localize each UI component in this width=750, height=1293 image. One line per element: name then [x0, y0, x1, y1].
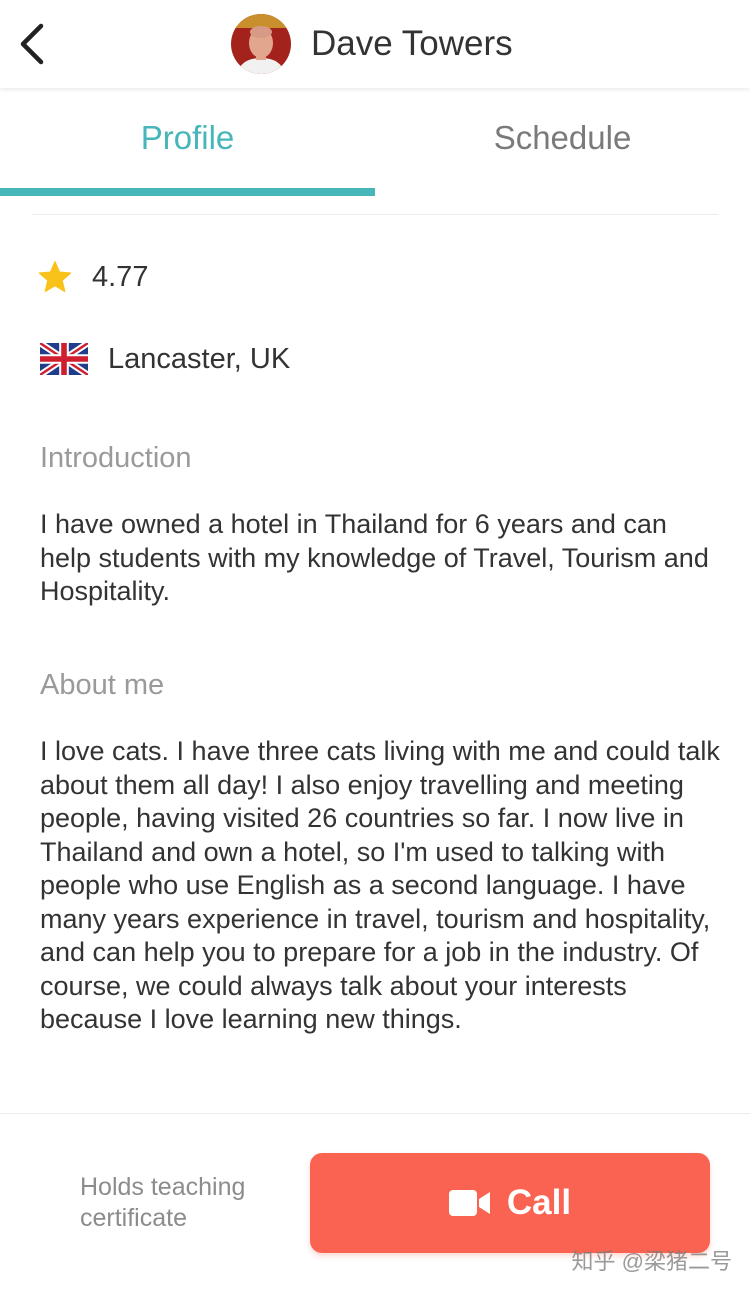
about-text: I love cats. I have three cats living wi…	[40, 736, 720, 1034]
call-button[interactable]: Call	[310, 1153, 710, 1253]
watermark: 知乎 @梁猪二号	[571, 1249, 732, 1274]
avatar-image	[231, 14, 291, 74]
rating-value: 4.77	[92, 260, 149, 293]
tab-profile[interactable]: Profile	[0, 88, 375, 188]
introduction-text: I have owned a hotel in Thailand for 6 y…	[40, 509, 709, 606]
call-label: Call	[506, 1183, 572, 1222]
chevron-left-icon	[20, 23, 44, 65]
rating-row: 4.77	[38, 255, 148, 299]
tab-bar: Profile Schedule	[0, 88, 750, 198]
certificate-text: Holds teaching certificate	[80, 1173, 246, 1232]
star-icon	[38, 261, 72, 292]
avatar[interactable]	[231, 14, 291, 74]
uk-flag-icon	[40, 343, 88, 375]
divider	[0, 1113, 750, 1114]
introduction-heading: Introduction	[40, 442, 192, 474]
divider	[32, 214, 718, 215]
tab-schedule[interactable]: Schedule	[375, 88, 750, 188]
active-tab-indicator	[0, 188, 375, 196]
location-row: Lancaster, UK	[40, 337, 290, 381]
page-title: Dave Towers	[311, 24, 513, 63]
top-bar: Dave Towers	[0, 0, 750, 88]
back-button[interactable]	[10, 18, 54, 70]
location-text: Lancaster, UK	[108, 342, 291, 375]
about-heading: About me	[40, 669, 165, 701]
video-camera-icon	[448, 1190, 490, 1216]
